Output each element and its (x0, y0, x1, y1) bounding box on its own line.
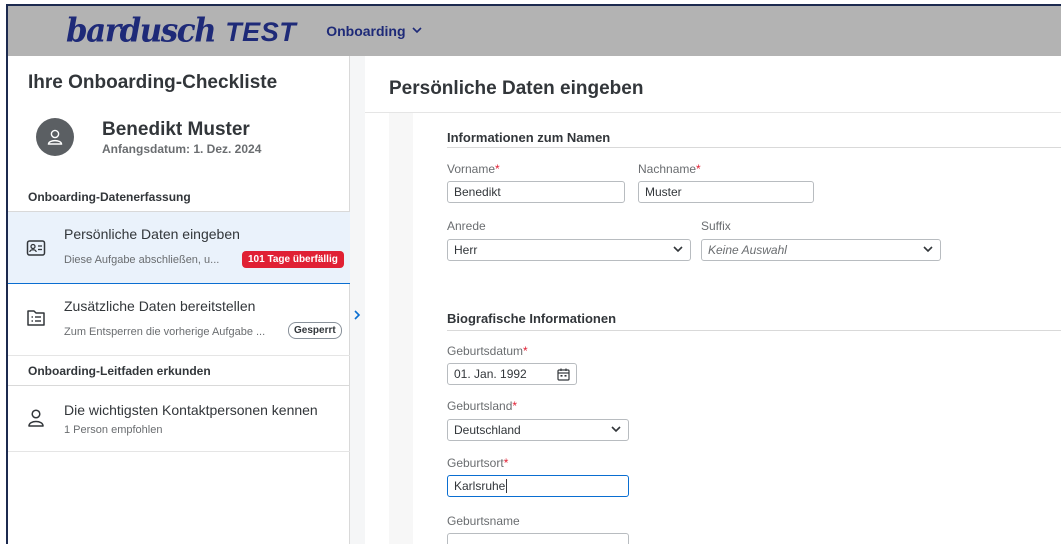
task-subtitle: Zum Entsperren die vorherige Aufgabe ... (64, 326, 266, 338)
form-container: Informationen zum Namen Vorname* Benedik… (389, 113, 1061, 544)
section-header-guide: Onboarding-Leitfaden erkunden (8, 356, 350, 386)
first-name-input[interactable]: Benedikt (447, 181, 625, 203)
user-icon (47, 129, 63, 145)
chevron-right-icon (354, 310, 361, 320)
collapse-panel-button[interactable] (353, 309, 361, 323)
checklist-panel: Ihre Onboarding-Checkliste Benedikt Must… (8, 56, 350, 544)
chevron-down-icon (411, 25, 422, 38)
chevron-down-icon (923, 246, 933, 253)
group-title-name: Informationen zum Namen (447, 130, 611, 145)
suffix-select[interactable]: Keine Auswahl (701, 239, 941, 261)
task-detail-panel: Persönliche Daten eingeben Informationen… (365, 56, 1061, 544)
salutation-label: Anrede (447, 219, 486, 233)
task-title: Persönliche Daten eingeben (64, 226, 240, 242)
suffix-label: Suffix (701, 219, 731, 233)
salutation-select[interactable]: Herr (447, 239, 691, 261)
calendar-icon[interactable] (557, 368, 570, 381)
app-frame: bardusch TEST Onboarding Ihre Onboarding… (6, 4, 1061, 544)
task-title: Die wichtigsten Kontaktpersonen kennen (64, 402, 318, 418)
divider (447, 330, 1061, 331)
task-subtitle: 1 Person empfohlen (64, 424, 163, 436)
menu-label: Onboarding (326, 23, 406, 39)
profile-start-date: Anfangsdatum: 1. Dez. 2024 (102, 141, 262, 156)
last-name-input[interactable]: Muster (638, 181, 814, 203)
logo-suffix: TEST (225, 17, 297, 47)
avatar (36, 118, 74, 156)
text-cursor (506, 479, 508, 493)
birth-country-select[interactable]: Deutschland (447, 419, 629, 441)
locked-badge: Gesperrt (288, 322, 342, 339)
company-logo[interactable]: bardusch TEST (66, 6, 296, 56)
birth-country-label: Geburtsland* (447, 399, 518, 413)
last-name-label: Nachname* (638, 162, 701, 176)
form-list-icon (27, 310, 45, 326)
first-name-label: Vorname* (447, 162, 500, 176)
shell-bar: bardusch TEST Onboarding (8, 6, 1061, 56)
onboarding-menu-button[interactable]: Onboarding (326, 23, 422, 39)
personal-data-form: Informationen zum Namen Vorname* Benedik… (413, 113, 1061, 544)
task-key-contacts[interactable]: Die wichtigsten Kontaktpersonen kennen 1… (8, 386, 350, 452)
task-additional-data[interactable]: Zusätzliche Daten bereitstellen Zum Ents… (8, 284, 350, 356)
group-title-biographical: Biografische Informationen (447, 311, 617, 326)
task-subtitle: Diese Aufgabe abschließen, u... (64, 254, 220, 266)
birth-date-picker[interactable]: 01. Jan. 1992 (447, 363, 577, 385)
person-icon (28, 409, 44, 427)
logo-brand: bardusch (66, 12, 217, 50)
checklist-title: Ihre Onboarding-Checkliste (28, 72, 278, 93)
profile-header: Benedikt Muster Anfangsdatum: 1. Dez. 20… (36, 118, 261, 156)
birth-name-input[interactable] (447, 533, 629, 544)
profile-name: Benedikt Muster (102, 118, 250, 140)
birth-name-label: Geburtsname (447, 514, 520, 528)
task-title: Zusätzliche Daten bereitstellen (64, 298, 256, 314)
birth-date-label: Geburtsdatum* (447, 344, 528, 358)
section-header-data-entry: Onboarding-Datenerfassung (8, 182, 350, 212)
task-personal-data[interactable]: Persönliche Daten eingeben Diese Aufgabe… (8, 212, 350, 284)
chevron-down-icon (673, 246, 683, 253)
overdue-badge: 101 Tage überfällig (242, 251, 344, 268)
birth-place-input[interactable]: Karlsruhe (447, 475, 629, 497)
divider (447, 147, 1061, 148)
birth-place-label: Geburtsort* (447, 456, 509, 470)
id-card-icon (26, 240, 46, 256)
page-title: Persönliche Daten eingeben (389, 78, 644, 99)
chevron-down-icon (611, 426, 621, 433)
